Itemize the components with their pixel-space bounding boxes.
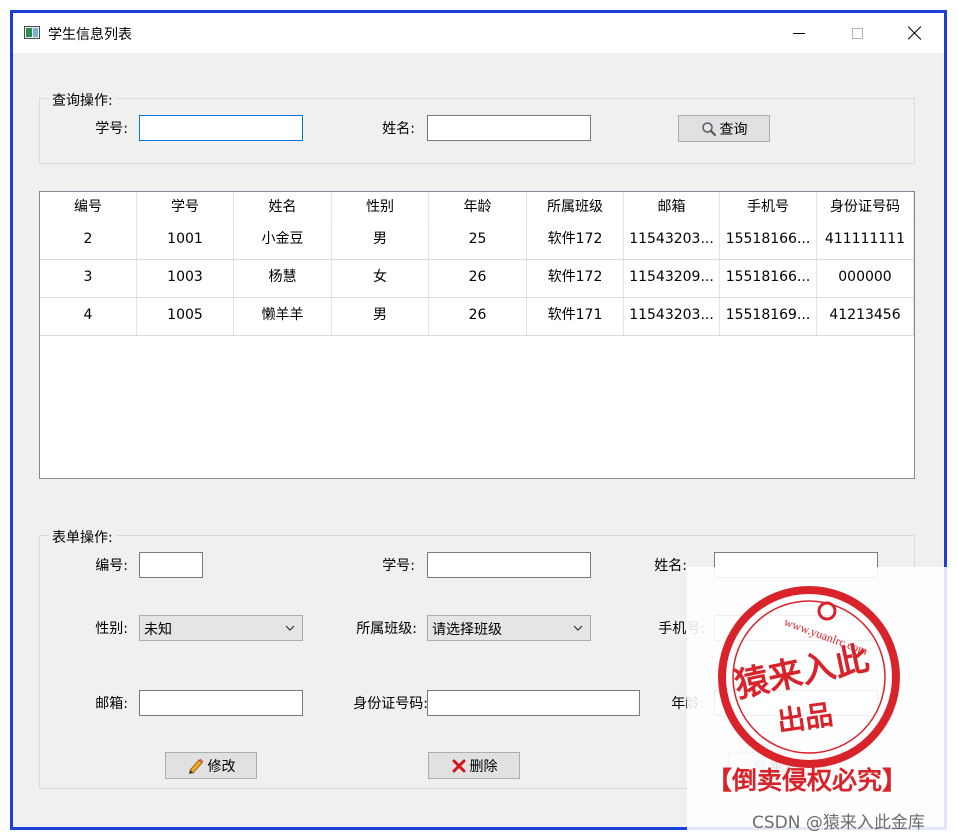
column-header[interactable]: 性别: [332, 192, 429, 222]
column-header[interactable]: 身份证号码: [817, 192, 914, 222]
chevron-down-icon: [285, 625, 295, 631]
table-cell[interactable]: 软件172: [527, 260, 624, 297]
table-cell[interactable]: 15518166...: [720, 222, 817, 259]
form-id-input[interactable]: [139, 552, 203, 578]
table-cell[interactable]: 15518169...: [720, 298, 817, 335]
column-header[interactable]: 邮箱: [624, 192, 720, 222]
svg-text:出品: 出品: [775, 698, 835, 738]
gender-select-value: 未知: [144, 622, 172, 638]
table-cell[interactable]: 男: [332, 222, 429, 259]
gender-select[interactable]: 未知: [139, 615, 303, 641]
student-table[interactable]: 编号 学号 姓名 性别 年龄 所属班级 邮箱 手机号 身份证号码 2 1001 小金豆男 25 软件17…: [39, 191, 915, 479]
table-header: 编号 学号 姓名 性别 年龄 所属班级 邮箱 手机号 身份证号码: [40, 192, 914, 222]
table-row[interactable]: 4 1005 懒羊羊男 26 软件171 11543203... 15518169... 41…: [40, 298, 914, 336]
table-cell[interactable]: 女: [332, 260, 429, 297]
maximize-button[interactable]: [828, 13, 886, 53]
delete-x-icon: [452, 759, 465, 772]
form-email-label: 邮箱:: [95, 696, 128, 712]
query-name-label: 姓名:: [382, 121, 415, 137]
table-cell[interactable]: 1005: [137, 298, 234, 335]
search-button[interactable]: 查询: [678, 115, 770, 142]
form-idcard-input[interactable]: [427, 690, 640, 716]
form-group-legend: 表单操作:: [49, 527, 116, 547]
chevron-down-icon: [573, 625, 583, 631]
form-student-no-input[interactable]: [427, 552, 591, 578]
table-cell[interactable]: 男: [332, 298, 429, 335]
form-id-label: 编号:: [95, 558, 128, 574]
form-idcard-label: 身份证号码:: [353, 696, 428, 712]
title-bar[interactable]: 学生信息列表: [13, 13, 944, 53]
close-button[interactable]: [886, 13, 944, 53]
column-header[interactable]: 姓名: [234, 192, 332, 222]
modify-button-label: 修改: [207, 758, 236, 775]
minimize-button[interactable]: [770, 13, 828, 53]
modify-button[interactable]: 修改: [165, 752, 257, 779]
form-email-input[interactable]: [139, 690, 303, 716]
query-group-legend: 查询操作:: [49, 90, 116, 110]
table-cell[interactable]: 软件172: [527, 222, 624, 259]
minimize-icon: [793, 32, 805, 34]
magnifier-icon: [701, 121, 716, 136]
table-cell[interactable]: 41213456: [817, 298, 914, 335]
column-header[interactable]: 年龄: [429, 192, 527, 222]
table-cell[interactable]: 26: [429, 298, 527, 335]
column-header[interactable]: 手机号: [720, 192, 817, 222]
query-group: 查询操作: 学号: 姓名: 查询: [39, 90, 915, 164]
table-cell[interactable]: 26: [429, 260, 527, 297]
maximize-icon: [851, 27, 863, 39]
table-row[interactable]: 3 1003 杨慧女 26 软件172 11543209... 15518166... 000…: [40, 260, 914, 298]
table-cell[interactable]: 4: [40, 298, 137, 335]
column-header[interactable]: 所属班级: [527, 192, 624, 222]
query-student-no-label: 学号:: [95, 121, 128, 137]
search-button-label: 查询: [719, 121, 748, 138]
form-name-label: 姓名:: [654, 558, 687, 574]
csdn-credit: CSDN @猿来入此金库: [752, 813, 925, 833]
form-student-no-label: 学号:: [382, 558, 415, 574]
table-body: 2 1001 小金豆男 25 软件172 11543203... 15518166... 41…: [40, 222, 914, 336]
app-icon: [24, 26, 40, 39]
class-select-value: 请选择班级: [432, 622, 502, 638]
table-cell[interactable]: 1003: [137, 260, 234, 297]
table-cell[interactable]: 25: [429, 222, 527, 259]
watermark-overlay: www.yuanlrc.com 猿来入此 出品 【倒卖侵权必究】: [687, 567, 951, 830]
table-cell[interactable]: 000000: [817, 260, 914, 297]
form-class-label: 所属班级:: [356, 621, 417, 637]
delete-button-label: 删除: [469, 758, 498, 775]
column-header[interactable]: 学号: [137, 192, 234, 222]
table-cell[interactable]: 小金豆: [234, 222, 332, 259]
delete-button[interactable]: 删除: [428, 752, 520, 779]
table-cell[interactable]: 11543203...: [624, 222, 720, 259]
class-select[interactable]: 请选择班级: [427, 615, 591, 641]
table-cell[interactable]: 411111111: [817, 222, 914, 259]
svg-text:猿来入此: 猿来入此: [731, 639, 872, 706]
form-gender-label: 性别:: [95, 621, 128, 637]
window-title: 学生信息列表: [48, 27, 132, 43]
table-row[interactable]: 2 1001 小金豆男 25 软件172 11543203... 15518166... 41…: [40, 222, 914, 260]
table-cell[interactable]: 懒羊羊: [234, 298, 332, 335]
table-cell[interactable]: 软件171: [527, 298, 624, 335]
query-name-input[interactable]: [427, 115, 591, 141]
close-icon: [908, 26, 922, 40]
table-cell[interactable]: 15518166...: [720, 260, 817, 297]
stamp-seal: www.yuanlrc.com 猿来入此 出品 【倒卖侵权必究】: [707, 586, 907, 795]
query-student-no-input[interactable]: [139, 115, 303, 141]
table-cell[interactable]: 杨慧: [234, 260, 332, 297]
table-cell[interactable]: 3: [40, 260, 137, 297]
pencil-icon: [188, 758, 203, 774]
svg-text:【倒卖侵权必究】: 【倒卖侵权必究】: [707, 766, 907, 795]
table-cell[interactable]: 11543209...: [624, 260, 720, 297]
table-cell[interactable]: 1001: [137, 222, 234, 259]
table-cell[interactable]: 2: [40, 222, 137, 259]
column-header[interactable]: 编号: [40, 192, 137, 222]
table-cell[interactable]: 11543203...: [624, 298, 720, 335]
